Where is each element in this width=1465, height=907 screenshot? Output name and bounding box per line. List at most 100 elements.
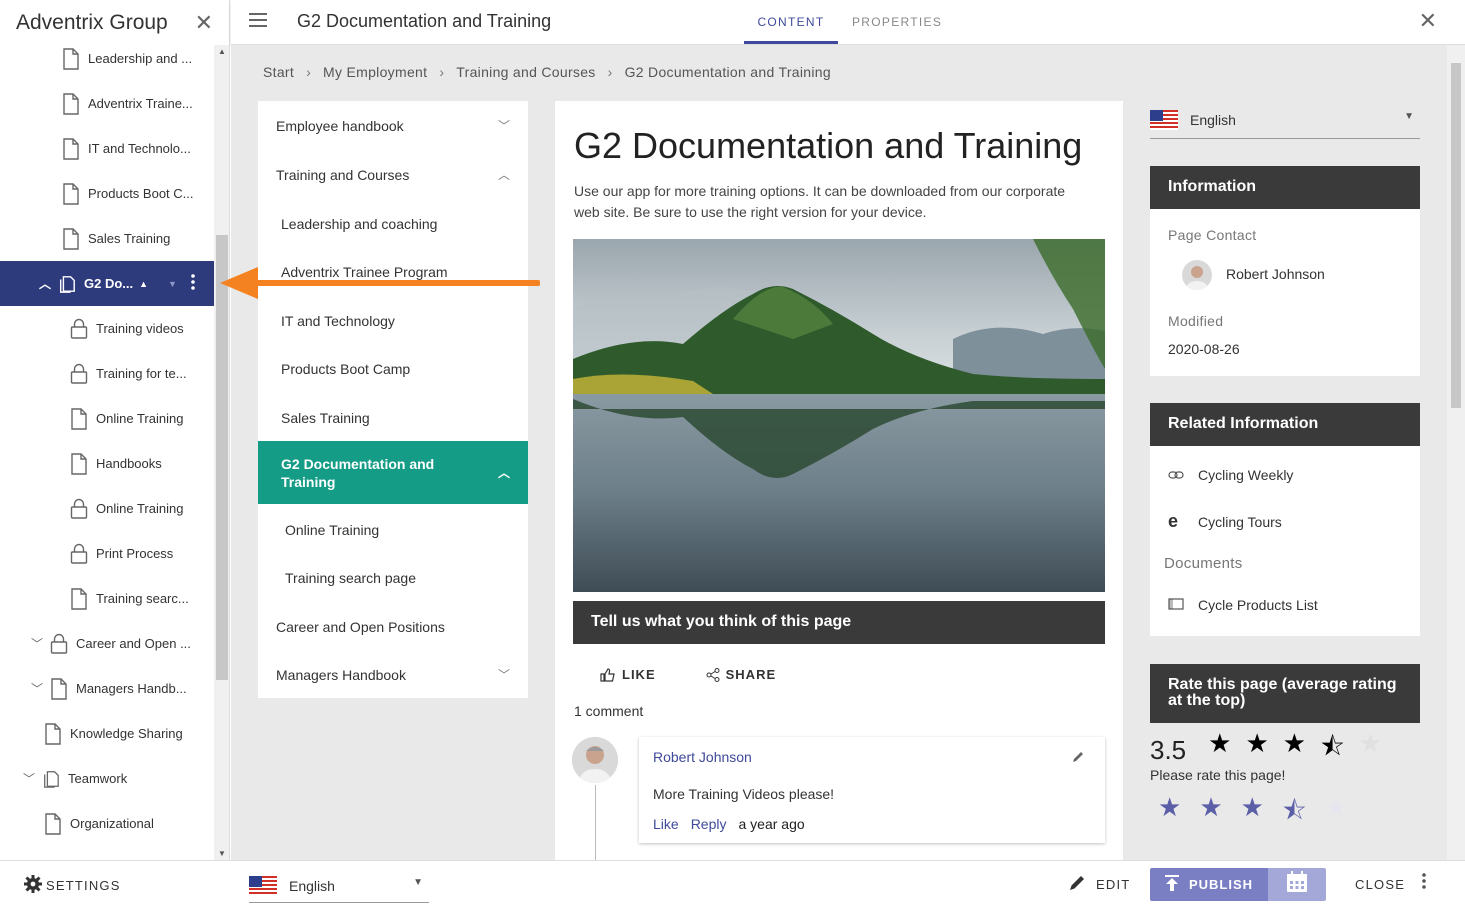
scroll-down-icon[interactable]: ▼	[218, 849, 226, 858]
breadcrumb-item[interactable]: Training and Courses	[456, 64, 595, 80]
tree-item[interactable]: Training videos	[0, 306, 214, 351]
tree-item-selected[interactable]: ︿ G2 Do... ▲ ▼	[0, 261, 214, 306]
breadcrumb-item[interactable]: My Employment	[323, 64, 427, 80]
user-rating-stars[interactable]: ★ ★ ★ ⯪ ★	[1158, 792, 1348, 836]
scroll-up-icon[interactable]: ▲	[218, 47, 226, 56]
tab-properties[interactable]: PROPERTIES	[852, 0, 942, 44]
section-nav: Employee handbook ﹀ Training and Courses…	[258, 101, 528, 698]
more-vert-icon[interactable]	[191, 274, 195, 293]
tree-item[interactable]: Training searc...	[0, 576, 214, 621]
share-button[interactable]: SHARE	[706, 667, 777, 682]
related-link[interactable]: Cycling Weekly	[1168, 467, 1293, 483]
tree-item[interactable]: Online Training	[0, 486, 214, 531]
nav-item-label: Sales Training	[281, 409, 370, 426]
breadcrumb-item[interactable]: G2 Documentation and Training	[625, 64, 831, 80]
edit-button[interactable]: EDIT	[1068, 874, 1130, 895]
tree-item[interactable]: Products Boot C...	[0, 171, 214, 216]
tree-item[interactable]: Leadership and ...	[0, 36, 214, 81]
tree-close-icon[interactable]: ✕	[195, 10, 213, 36]
tree-item[interactable]: Adventrix Traine...	[0, 81, 214, 126]
nav-item[interactable]: Products Boot Camp	[258, 344, 528, 393]
related-document[interactable]: Cycle Products List	[1168, 597, 1318, 613]
language-select[interactable]: English ▼	[1150, 101, 1420, 139]
chevron-down-icon[interactable]: ﹀	[498, 666, 510, 683]
settings-button[interactable]: SETTINGS	[24, 875, 121, 896]
related-link[interactable]: e Cycling Tours	[1168, 511, 1282, 532]
pencil-icon[interactable]	[1071, 750, 1085, 769]
tree-item[interactable]: Organizational	[0, 801, 214, 846]
star-full-icon[interactable]: ★	[1241, 792, 1264, 836]
chevron-down-icon[interactable]: ﹀	[498, 117, 510, 134]
nav-item[interactable]: Career and Open Positions	[258, 602, 528, 651]
nav-item-label: Career and Open Positions	[276, 618, 445, 635]
comment-author[interactable]: Robert Johnson	[653, 749, 752, 765]
chevron-down-icon[interactable]: ﹀	[30, 635, 44, 652]
average-rating-value: 3.5	[1150, 734, 1187, 765]
tab-content[interactable]: CONTENT	[744, 0, 838, 44]
pages-icon	[58, 273, 76, 295]
star-full-icon[interactable]: ★	[1199, 792, 1222, 836]
nav-item-label: Products Boot Camp	[281, 360, 411, 377]
comment-like-link[interactable]: Like	[653, 816, 679, 832]
move-up-icon[interactable]: ▲	[139, 279, 148, 289]
chevron-up-icon[interactable]: ︿	[498, 464, 510, 482]
callout-arrow	[220, 267, 540, 299]
nav-item[interactable]: Training and Courses ︿	[258, 150, 528, 199]
like-button[interactable]: LIKE	[600, 667, 656, 682]
chevron-down-icon[interactable]: ﹀	[30, 680, 44, 697]
share-label: SHARE	[725, 667, 777, 682]
content-intro: Use our app for more training options. I…	[574, 183, 1066, 220]
nav-item[interactable]: Managers Handbook ﹀	[258, 650, 528, 699]
star-empty-icon[interactable]: ★	[1325, 792, 1348, 836]
chevron-down-icon[interactable]: ﹀	[22, 770, 36, 787]
share-icon	[706, 667, 720, 682]
nav-item[interactable]: IT and Technology	[258, 296, 528, 345]
main-scrollbar[interactable]	[1447, 45, 1465, 860]
tree-item[interactable]: Handbooks	[0, 441, 214, 486]
publish-button[interactable]: PUBLISH	[1150, 868, 1268, 901]
comment-text: More Training Videos please!	[653, 786, 835, 802]
bottom-language-select[interactable]: English ▼	[249, 869, 429, 903]
tree-item-label: Online Training	[96, 411, 184, 426]
tree-item[interactable]: Sales Training	[0, 216, 214, 261]
more-vert-icon[interactable]	[1422, 873, 1426, 894]
close-button[interactable]: CLOSE	[1355, 877, 1405, 892]
tree-item-label: G2 Do...	[84, 276, 134, 291]
chevron-up-icon[interactable]: ︿	[498, 166, 510, 183]
caret-down-icon: ▼	[413, 877, 423, 888]
nav-item[interactable]: Leadership and coaching	[258, 199, 528, 248]
tree-item[interactable]: ﹀ Managers Handb...	[0, 666, 214, 711]
calendar-icon	[1286, 871, 1308, 898]
tree-item[interactable]: Knowledge Sharing	[0, 711, 214, 756]
content-card: G2 Documentation and Training Use our ap…	[555, 101, 1123, 860]
average-stars: ★ ★ ★ ⯪ ★	[1208, 728, 1382, 772]
tree-item-label: Knowledge Sharing	[70, 726, 183, 741]
close-icon[interactable]: ✕	[1419, 8, 1437, 34]
main-scroll-thumb[interactable]	[1451, 63, 1461, 408]
pages-icon	[42, 768, 60, 790]
nav-item[interactable]: Training search page	[258, 553, 528, 602]
tree-item[interactable]: ﹀ Teamwork	[0, 756, 214, 801]
page-contact-name[interactable]: Robert Johnson	[1226, 266, 1325, 282]
tree-scrollbar[interactable]: ▲ ▼	[214, 45, 229, 860]
hamburger-menu-icon[interactable]	[249, 13, 267, 29]
nav-item[interactable]: Online Training	[258, 505, 528, 554]
chevron-up-icon[interactable]: ︿	[38, 275, 52, 292]
rating-panel: Rate this page (average rating at the to…	[1150, 664, 1420, 860]
caret-down-icon[interactable]: ▼	[168, 279, 177, 289]
schedule-publish-button[interactable]	[1268, 868, 1326, 901]
breadcrumb-item[interactable]: Start	[263, 64, 294, 80]
star-half-icon[interactable]: ⯪	[1282, 792, 1307, 836]
page-icon	[70, 407, 88, 430]
nav-item[interactable]: Employee handbook ﹀	[258, 101, 528, 150]
feedback-button[interactable]: Tell us what you think of this page	[573, 601, 1105, 644]
nav-item-active[interactable]: G2 Documentation and Training ︿	[258, 441, 528, 504]
comment-reply-link[interactable]: Reply	[691, 816, 727, 832]
tree-item[interactable]: Training for te...	[0, 351, 214, 396]
star-full-icon[interactable]: ★	[1158, 792, 1181, 836]
tree-item[interactable]: Print Process	[0, 531, 214, 576]
tree-item[interactable]: Online Training	[0, 396, 214, 441]
tree-item[interactable]: IT and Technolo...	[0, 126, 214, 171]
tree-item[interactable]: ﹀ Career and Open ...	[0, 621, 214, 666]
nav-item[interactable]: Sales Training	[258, 393, 528, 442]
